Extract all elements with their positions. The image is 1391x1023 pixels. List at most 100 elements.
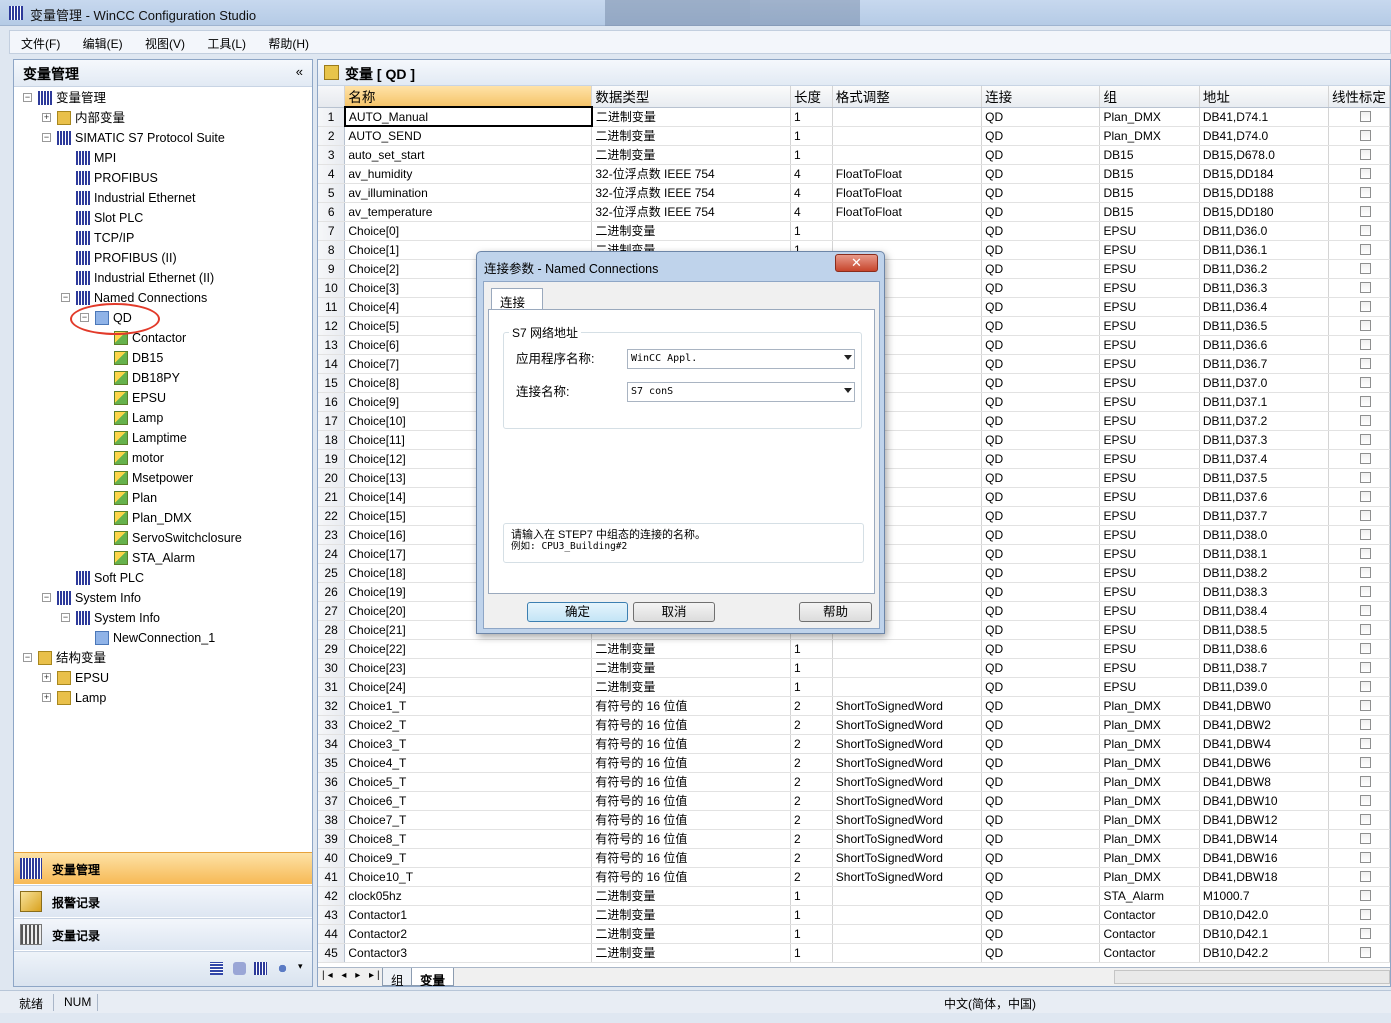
cell-linear-scaling[interactable]: [1328, 753, 1390, 773]
cell-connection[interactable]: QD: [981, 639, 1101, 659]
cell-format[interactable]: ShortToSignedWord: [832, 829, 983, 849]
table-row[interactable]: 42 clock05hz 二进制变量 1 QD STA_Alarm M1000.7: [318, 886, 1390, 906]
cell-datatype[interactable]: 二进制变量: [591, 658, 791, 678]
cell-length[interactable]: 1: [790, 943, 833, 963]
cell-group[interactable]: EPSU: [1099, 563, 1200, 583]
cell-connection[interactable]: QD: [981, 848, 1101, 868]
expand-icon[interactable]: +: [42, 693, 51, 702]
cell-datatype[interactable]: 二进制变量: [591, 107, 791, 127]
cell-name[interactable]: Choice1_T: [344, 696, 593, 716]
cell-address[interactable]: DB11,D36.3: [1199, 278, 1329, 298]
column-header-address[interactable]: 地址: [1199, 86, 1329, 108]
sheet-navigation-arrows[interactable]: |◂ ◂ ▸ ▸|: [322, 970, 383, 981]
speaker-icon[interactable]: [276, 962, 289, 975]
cell-datatype[interactable]: 有符号的 16 位值: [591, 829, 791, 849]
row-number-header[interactable]: [318, 86, 346, 108]
cell-group[interactable]: Contactor: [1099, 943, 1200, 963]
cell-address[interactable]: DB15,D678.0: [1199, 145, 1329, 165]
table-row[interactable]: 45 Contactor3 二进制变量 1 QD Contactor DB10,D42.2: [318, 943, 1390, 963]
menu-view[interactable]: 视图(V): [134, 31, 193, 52]
cell-datatype[interactable]: 二进制变量: [591, 145, 791, 165]
tree-node[interactable]: PROFIBUS (II): [76, 249, 177, 267]
cell-group[interactable]: EPSU: [1099, 259, 1200, 279]
cell-name[interactable]: Contactor1: [344, 905, 593, 925]
cell-format[interactable]: ShortToSignedWord: [832, 715, 983, 735]
cell-connection[interactable]: QD: [981, 411, 1101, 431]
cell-linear-scaling[interactable]: [1328, 829, 1390, 849]
cancel-button[interactable]: 取消: [633, 602, 715, 622]
cell-group[interactable]: EPSU: [1099, 449, 1200, 469]
cell-address[interactable]: DB11,D37.3: [1199, 430, 1329, 450]
cell-address[interactable]: DB10,D42.1: [1199, 924, 1329, 944]
cell-name[interactable]: Contactor3: [344, 943, 593, 963]
cell-length[interactable]: 2: [790, 715, 833, 735]
cell-datatype[interactable]: 32-位浮点数 IEEE 754: [591, 183, 791, 203]
cell-connection[interactable]: QD: [981, 886, 1101, 906]
sheet-tab-tags[interactable]: 变量: [411, 968, 455, 986]
cell-address[interactable]: DB11,D36.0: [1199, 221, 1329, 241]
cell-connection[interactable]: QD: [981, 582, 1101, 602]
checkbox[interactable]: [1359, 795, 1371, 806]
cell-address[interactable]: DB11,D36.6: [1199, 335, 1329, 355]
cell-address[interactable]: DB11,D37.1: [1199, 392, 1329, 412]
sheet-tab-groups[interactable]: 组: [382, 968, 413, 986]
list-view-icon[interactable]: [210, 962, 223, 975]
checkbox[interactable]: [1359, 548, 1371, 559]
cell-name[interactable]: Choice[24]: [344, 677, 593, 697]
table-row[interactable]: 6 av_temperature 32-位浮点数 IEEE 754 4 FloatToF…: [318, 202, 1390, 222]
tree-node[interactable]: MPI: [76, 149, 116, 167]
cell-linear-scaling[interactable]: [1328, 791, 1390, 811]
cell-address[interactable]: DB11,D37.7: [1199, 506, 1329, 526]
checkbox[interactable]: [1359, 206, 1371, 217]
table-row[interactable]: 40 Choice9_T 有符号的 16 位值 2 ShortToSignedWord Q…: [318, 848, 1390, 868]
menu-tools[interactable]: 工具(L): [196, 31, 254, 52]
table-row[interactable]: 2 AUTO_SEND 二进制变量 1 QD Plan_DMX DB41,D74.0: [318, 126, 1390, 146]
expand-icon[interactable]: +: [42, 673, 51, 682]
checkbox[interactable]: [1359, 225, 1371, 236]
cell-linear-scaling[interactable]: [1328, 164, 1390, 184]
cell-connection[interactable]: QD: [981, 924, 1101, 944]
cell-datatype[interactable]: 32-位浮点数 IEEE 754: [591, 202, 791, 222]
cell-group[interactable]: Contactor: [1099, 924, 1200, 944]
ok-button[interactable]: 确定: [527, 602, 628, 622]
tree-node[interactable]: − System Info: [42, 589, 141, 607]
checkbox[interactable]: [1359, 320, 1371, 331]
cell-address[interactable]: DB41,DBW18: [1199, 867, 1329, 887]
cell-group[interactable]: Plan_DMX: [1099, 126, 1200, 146]
cell-datatype[interactable]: 二进制变量: [591, 639, 791, 659]
cell-linear-scaling[interactable]: [1328, 582, 1390, 602]
cell-length[interactable]: 1: [790, 145, 833, 165]
tree-node[interactable]: + Lamp: [42, 689, 106, 707]
cell-name[interactable]: AUTO_SEND: [344, 126, 593, 146]
connection-name-combobox[interactable]: S7 conS: [627, 382, 855, 402]
checkbox[interactable]: [1359, 282, 1371, 293]
cell-name[interactable]: AUTO_Manual: [343, 106, 593, 127]
cell-connection[interactable]: QD: [981, 354, 1101, 374]
cell-linear-scaling[interactable]: [1328, 620, 1390, 640]
cell-linear-scaling[interactable]: [1328, 772, 1390, 792]
checkbox[interactable]: [1359, 529, 1371, 540]
cell-length[interactable]: 2: [790, 791, 833, 811]
checkbox[interactable]: [1359, 643, 1371, 654]
alarm-mini-icon[interactable]: [233, 962, 246, 975]
cell-group[interactable]: DB15: [1099, 145, 1200, 165]
cell-group[interactable]: Plan_DMX: [1099, 734, 1200, 754]
cell-connection[interactable]: QD: [981, 164, 1101, 184]
dialog-close-button[interactable]: ✕: [835, 254, 878, 272]
cell-group[interactable]: EPSU: [1099, 411, 1200, 431]
cell-connection[interactable]: QD: [981, 221, 1101, 241]
cell-length[interactable]: 1: [790, 924, 833, 944]
cell-name[interactable]: Choice7_T: [344, 810, 593, 830]
checkbox[interactable]: [1359, 605, 1371, 616]
cell-linear-scaling[interactable]: [1328, 563, 1390, 583]
checkbox[interactable]: [1359, 301, 1371, 312]
tree-node[interactable]: + EPSU: [42, 669, 109, 687]
cell-group[interactable]: Plan_DMX: [1099, 772, 1200, 792]
cell-linear-scaling[interactable]: [1328, 810, 1390, 830]
cell-name[interactable]: Choice3_T: [344, 734, 593, 754]
checkbox[interactable]: [1359, 510, 1371, 521]
cell-length[interactable]: 1: [790, 126, 833, 146]
cell-connection[interactable]: QD: [981, 601, 1101, 621]
cell-format[interactable]: [832, 126, 983, 146]
cell-datatype[interactable]: 二进制变量: [591, 924, 791, 944]
